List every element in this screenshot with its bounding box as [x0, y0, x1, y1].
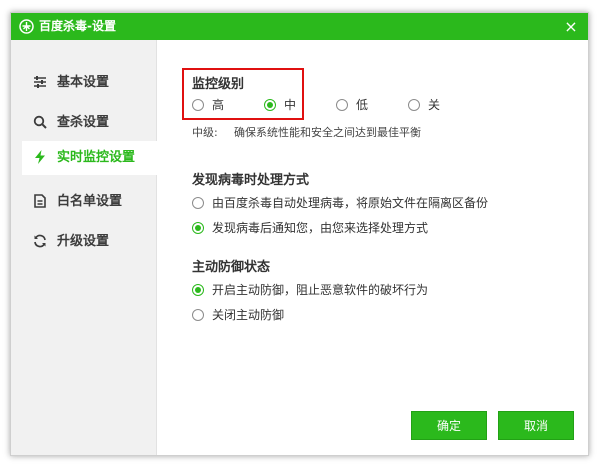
radio-auto-handle[interactable]	[192, 197, 204, 209]
radio-level-off[interactable]	[408, 99, 420, 111]
sidebar-item-whitelist[interactable]: 白名单设置	[22, 185, 157, 218]
radio-notify-user[interactable]	[192, 222, 204, 234]
radio-level-low-label: 低	[356, 98, 369, 112]
lightning-icon	[33, 150, 47, 164]
monitor-level-title: 监控级别	[192, 77, 245, 92]
close-icon[interactable]: ×	[560, 13, 582, 40]
sidebar-item-basic-settings[interactable]: 基本设置	[22, 66, 157, 99]
radio-level-off-label: 关	[428, 98, 441, 112]
baidu-shield-icon	[19, 19, 34, 34]
refresh-icon	[33, 234, 47, 248]
level-description-text: 确保系统性能和安全之间达到最佳平衡	[234, 126, 421, 139]
sidebar-item-label: 基本设置	[57, 75, 110, 90]
window-title: 百度杀毒-设置	[39, 19, 116, 33]
sidebar-item-label: 升级设置	[57, 234, 110, 249]
sidebar-item-label: 实时监控设置	[57, 150, 136, 165]
radio-notify-user-label: 发现病毒后通知您，由您来选择处理方式	[212, 221, 429, 235]
radio-level-high-label: 高	[212, 98, 225, 112]
radio-defense-off[interactable]	[192, 309, 204, 321]
radio-level-low[interactable]	[336, 99, 348, 111]
active-defense-title: 主动防御状态	[192, 260, 271, 275]
radio-level-medium[interactable]	[264, 99, 276, 111]
radio-level-medium-label: 中	[284, 98, 297, 112]
virus-action-title: 发现病毒时处理方式	[192, 173, 310, 188]
ok-button[interactable]: 确定	[411, 411, 487, 440]
sidebar-item-label: 白名单设置	[57, 194, 123, 209]
radio-auto-handle-label: 由百度杀毒自动处理病毒，将原始文件在隔离区备份	[212, 196, 489, 210]
title-bar[interactable]: 百度杀毒-设置 ×	[11, 13, 588, 40]
settings-content: 监控级别 高 中 低 关 中级: 确保系统性能和安全之间达到最佳平衡 发现病毒时…	[157, 40, 588, 455]
sidebar: 基本设置 查杀设置 实时监控设置 白名单设置 升级设置	[11, 40, 157, 455]
sidebar-item-update-settings[interactable]: 升级设置	[22, 225, 157, 258]
sidebar-item-scan-settings[interactable]: 查杀设置	[22, 106, 157, 139]
radio-defense-on-label: 开启主动防御，阻止恶意软件的破坏行为	[212, 283, 429, 297]
radio-defense-on[interactable]	[192, 284, 204, 296]
radio-defense-off-label: 关闭主动防御	[212, 308, 285, 322]
radio-level-high[interactable]	[192, 99, 204, 111]
settings-window: 百度杀毒-设置 × 基本设置 查杀设置 实时监控设置 白名单设置 升级设置 监控…	[10, 12, 589, 456]
level-description-label: 中级:	[192, 126, 218, 139]
sidebar-item-realtime-monitor[interactable]: 实时监控设置	[22, 141, 157, 175]
sliders-icon	[33, 75, 47, 89]
document-icon	[33, 194, 47, 208]
cancel-button[interactable]: 取消	[498, 411, 574, 440]
search-icon	[33, 115, 47, 129]
sidebar-item-label: 查杀设置	[57, 115, 110, 130]
